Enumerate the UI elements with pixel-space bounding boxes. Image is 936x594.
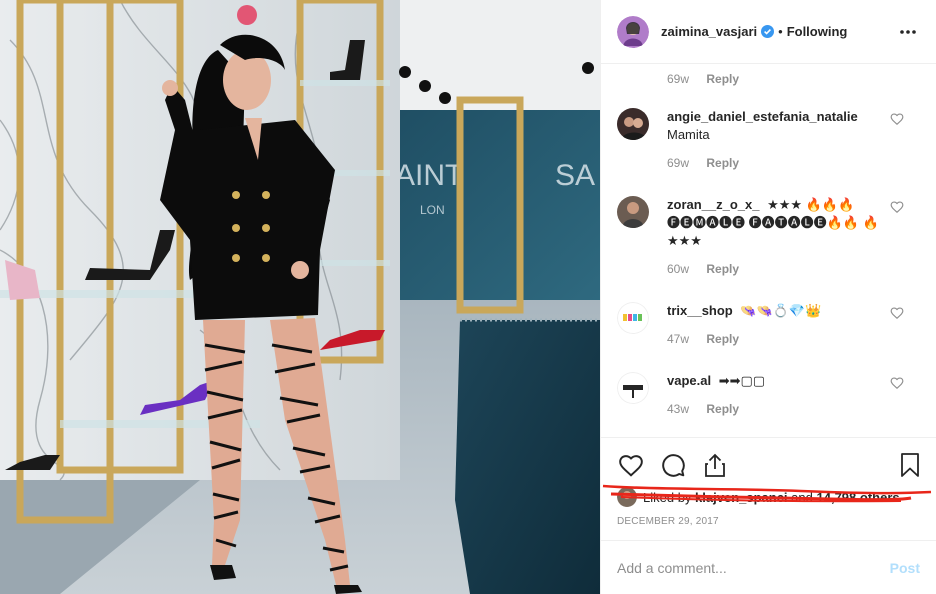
likes-summary[interactable]: Liked by klajven_spanci and 14,798 other… — [601, 482, 936, 510]
comment-time: 69w — [667, 156, 690, 170]
svg-text:SA: SA — [555, 159, 595, 192]
author-avatar[interactable] — [617, 15, 649, 48]
likes-count[interactable]: 14,798 others — [817, 490, 900, 505]
post-comment-button[interactable]: Post — [890, 560, 920, 576]
commenter-avatar[interactable] — [617, 372, 649, 404]
bookmark-icon[interactable] — [896, 451, 924, 479]
reply-button[interactable]: Reply — [706, 402, 739, 416]
author-username[interactable]: zaimina_vasjari — [661, 24, 757, 39]
previous-comment-meta: 69w Reply — [667, 72, 739, 86]
comment-icon[interactable] — [659, 451, 687, 479]
comment-text: Mamita — [667, 127, 710, 142]
comment-like-heart-icon[interactable] — [890, 306, 904, 320]
comment-meta: 60w Reply — [667, 262, 892, 276]
svg-text:AINT: AINT — [395, 159, 463, 192]
instagram-post: AINT SA LON zaimina_vasjari • Following … — [0, 0, 936, 594]
comment-text: ➡➡▢▢ — [718, 373, 766, 388]
comment-text-block: vape.al ➡➡▢▢ — [667, 372, 892, 390]
comment-body: zoran__z_o_x_ ★★★ 🔥🔥🔥 🅕🅔🅜🅐🅛🅔 🅕🅐🅣🅐🅛🅔🔥🔥 🔥 … — [667, 196, 920, 276]
liker-username[interactable]: klajven_spanci — [695, 490, 788, 505]
commenter-avatar[interactable] — [617, 302, 649, 334]
commenter-avatar[interactable] — [617, 196, 649, 228]
action-bar — [601, 438, 936, 482]
comment-body: vape.al ➡➡▢▢ 43w Reply — [667, 372, 920, 416]
comment-like-heart-icon[interactable] — [890, 376, 904, 390]
comment-item: angie_daniel_estefania_natalie Mamita 69… — [617, 108, 920, 170]
comment-meta: 47w Reply — [667, 332, 892, 346]
comment-body: trix__shop 👒👒💍💎👑 47w Reply — [667, 302, 920, 346]
comment-item: vape.al ➡➡▢▢ 43w Reply — [617, 372, 920, 416]
post-photo-image: AINT SA LON — [0, 0, 600, 594]
post-actions-section: Liked by klajven_spanci and 14,798 other… — [601, 437, 936, 540]
comment-text-block: zoran__z_o_x_ ★★★ 🔥🔥🔥 🅕🅔🅜🅐🅛🅔 🅕🅐🅣🅐🅛🅔🔥🔥 🔥 … — [667, 196, 892, 250]
comment-like-heart-icon[interactable] — [890, 200, 904, 214]
following-button[interactable]: Following — [787, 24, 848, 39]
comment-time: 43w — [667, 402, 690, 416]
comment-text: 👒👒💍💎👑 — [740, 303, 822, 318]
header-separator: • — [778, 24, 783, 39]
svg-text:LON: LON — [420, 203, 445, 217]
comment-time: 47w — [667, 332, 690, 346]
commenter-avatar[interactable] — [617, 108, 649, 140]
likes-text: Liked by klajven_spanci and 14,798 other… — [643, 490, 900, 505]
verified-badge-icon — [761, 25, 775, 38]
comment-username[interactable]: vape.al — [667, 373, 711, 388]
share-icon[interactable] — [701, 451, 729, 479]
comment-input[interactable] — [617, 559, 890, 576]
heart-icon[interactable] — [617, 451, 645, 479]
comment-text-block: trix__shop 👒👒💍💎👑 — [667, 302, 892, 320]
comments-list[interactable]: 69w Reply angie_daniel_estefania_natalie… — [601, 64, 936, 437]
comment-meta: 69w Reply — [667, 156, 892, 170]
comment-text-block: angie_daniel_estefania_natalie Mamita — [667, 108, 892, 144]
reply-button[interactable]: Reply — [706, 262, 739, 276]
liker-avatar — [617, 487, 637, 507]
comment-item: zoran__z_o_x_ ★★★ 🔥🔥🔥 🅕🅔🅜🅐🅛🅔 🅕🅐🅣🅐🅛🅔🔥🔥 🔥 … — [617, 196, 920, 276]
add-comment-bar: Post — [601, 540, 936, 594]
reply-button[interactable]: Reply — [706, 156, 739, 170]
comment-username[interactable]: trix__shop — [667, 303, 733, 318]
comment-username[interactable]: zoran__z_o_x_ — [667, 197, 760, 212]
post-date: DECEMBER 29, 2017 — [617, 516, 719, 527]
comment-body: angie_daniel_estefania_natalie Mamita 69… — [667, 108, 920, 170]
comment-like-heart-icon[interactable] — [890, 112, 904, 126]
reply-button[interactable]: Reply — [706, 332, 739, 346]
likes-middle: and — [791, 489, 813, 505]
likes-prefix: Liked by — [643, 489, 692, 505]
reply-button[interactable]: Reply — [706, 72, 739, 86]
more-options-icon[interactable] — [896, 20, 920, 44]
post-header: zaimina_vasjari • Following — [601, 0, 936, 64]
comment-time: 60w — [667, 262, 690, 276]
comment-time: 69w — [667, 72, 690, 86]
post-sidebar: zaimina_vasjari • Following 69w Reply an… — [600, 0, 936, 594]
comment-item: trix__shop 👒👒💍💎👑 47w Reply — [617, 302, 920, 346]
comment-username[interactable]: angie_daniel_estefania_natalie — [667, 109, 858, 124]
comment-meta: 43w Reply — [667, 402, 892, 416]
post-photo[interactable]: AINT SA LON — [0, 0, 600, 594]
